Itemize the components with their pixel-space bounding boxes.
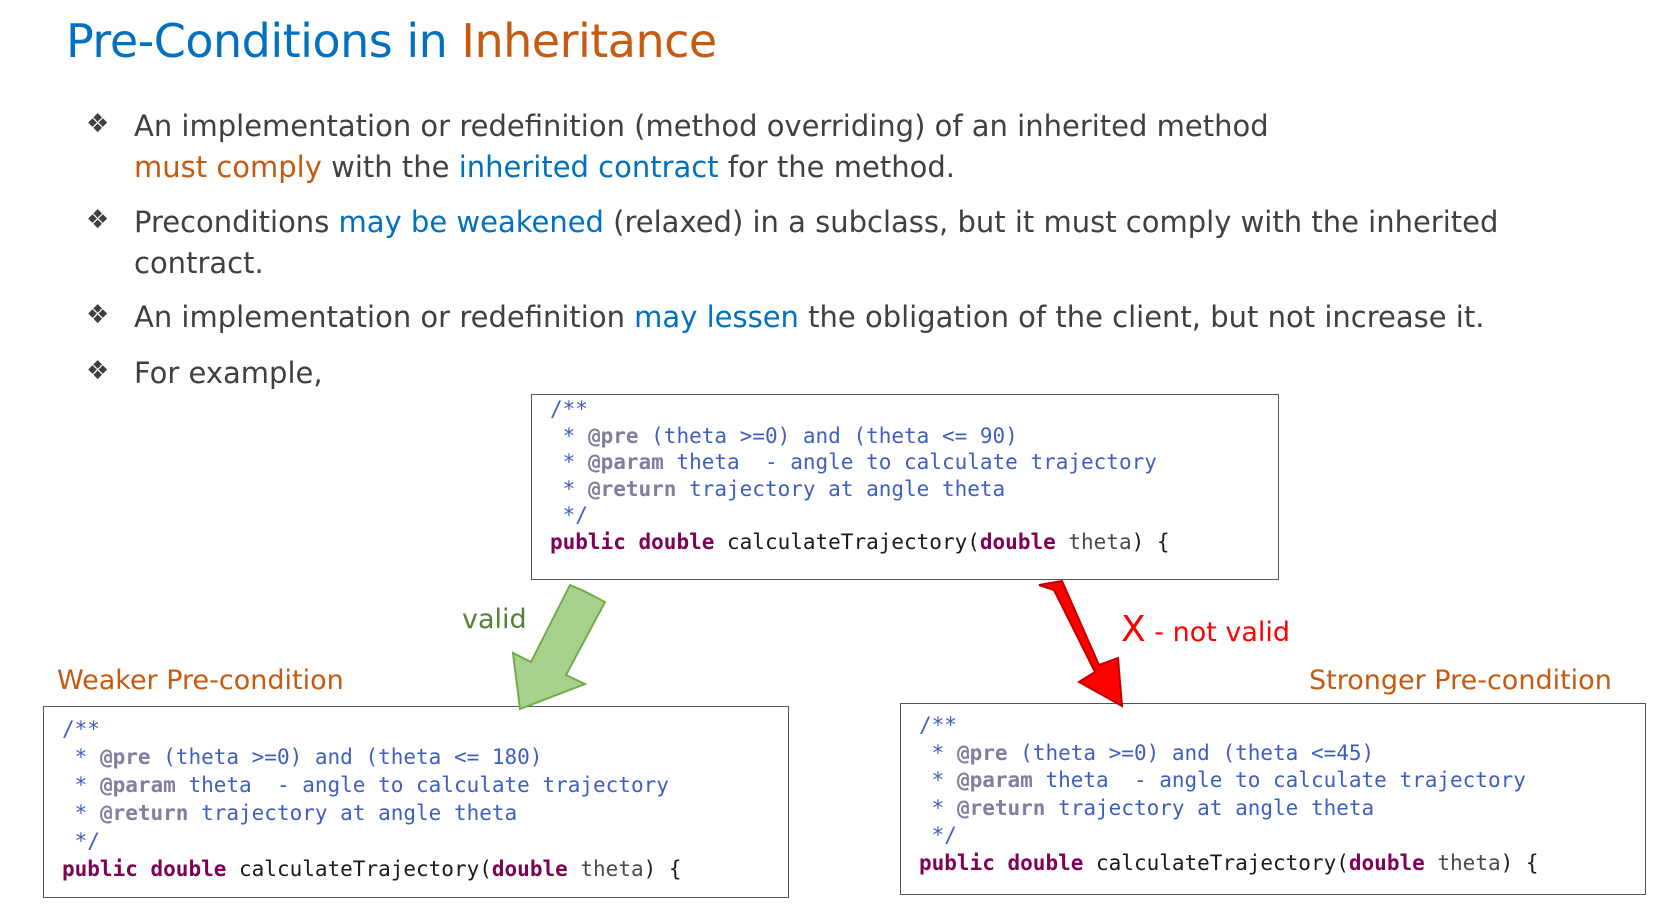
code-line: * @pre (theta >=0) and (theta <=45) <box>919 740 1375 765</box>
bullet-3: ❖ An implementation or redefinition may … <box>86 297 1626 338</box>
code-signature: public double calculateTrajectory(double… <box>62 857 682 881</box>
bullet-2-seg-1: Preconditions <box>134 205 339 239</box>
code-line: /** <box>550 397 588 421</box>
base-code-box: /** * @pre (theta >=0) and (theta <= 90)… <box>531 394 1279 580</box>
bullet-1-seg-3: with the <box>321 150 459 184</box>
bullet-diamond-icon: ❖ <box>86 300 110 330</box>
code-line: * @return trajectory at angle theta <box>919 795 1375 820</box>
code-line: */ <box>62 829 100 853</box>
bullet-1: ❖ An implementation or redefinition (met… <box>86 106 1626 188</box>
bullet-1-seg-1: An implementation or redefinition (metho… <box>134 109 1269 143</box>
code-line: * @param theta - angle to calculate traj… <box>62 773 669 797</box>
bullet-4: ❖ For example, <box>86 353 486 394</box>
bullet-3-text: An implementation or redefinition may le… <box>134 297 1626 338</box>
code-line: * @return trajectory at angle theta <box>550 476 1006 501</box>
bullet-2-text: Preconditions may be weakened (relaxed) … <box>134 202 1586 284</box>
bullet-2-seg-2: may be weakened <box>338 205 604 239</box>
bullet-1-seg-4: inherited contract <box>458 150 719 184</box>
not-valid-label: X - not valid <box>1121 609 1290 650</box>
title-part1: Pre-Conditions in <box>66 14 462 68</box>
bullet-4-seg-1: For example, <box>134 356 323 390</box>
not-valid-text: - not valid <box>1145 617 1291 648</box>
bullet-4-text: For example, <box>134 353 486 394</box>
code-line: /** <box>919 713 957 737</box>
bullet-3-seg-3: the obligation of the client, but not in… <box>798 300 1485 334</box>
stronger-precondition-label: Stronger Pre-condition <box>1309 665 1612 696</box>
valid-label: valid <box>462 604 527 635</box>
code-signature: public double calculateTrajectory(double… <box>550 529 1170 554</box>
bullet-3-seg-2: may lessen <box>634 300 799 334</box>
weaker-code-box: /** * @pre (theta >=0) and (theta <= 180… <box>43 706 789 898</box>
bullet-1-seg-2: must comply <box>134 150 322 184</box>
valid-arrow-icon <box>511 583 607 711</box>
code-line: /** <box>62 717 100 741</box>
bullet-3-seg-1: An implementation or redefinition <box>134 300 635 334</box>
stronger-code-box: /** * @pre (theta >=0) and (theta <=45) … <box>900 703 1646 895</box>
bullet-diamond-icon: ❖ <box>86 205 110 235</box>
bullet-diamond-icon: ❖ <box>86 356 110 386</box>
bullet-diamond-icon: ❖ <box>86 109 110 139</box>
code-line: */ <box>550 503 588 527</box>
title-part2: Inheritance <box>461 14 717 68</box>
weaker-precondition-label: Weaker Pre-condition <box>57 665 344 696</box>
slide-title: Pre-Conditions in Inheritance <box>66 14 717 68</box>
code-line: * @param theta - angle to calculate traj… <box>550 450 1157 474</box>
bullet-1-seg-5: for the method. <box>718 150 955 184</box>
bullet-1-text: An implementation or redefinition (metho… <box>134 106 1626 188</box>
code-line: * @return trajectory at angle theta <box>62 801 518 825</box>
not-valid-x: X <box>1121 609 1146 650</box>
invalid-arrow-icon <box>1038 579 1124 708</box>
code-signature: public double calculateTrajectory(double… <box>919 850 1539 875</box>
bullet-2: ❖ Preconditions may be weakened (relaxed… <box>86 202 1586 284</box>
code-line: */ <box>919 823 957 847</box>
code-line: * @pre (theta >=0) and (theta <= 180) <box>62 745 543 769</box>
code-line: * @param theta - angle to calculate traj… <box>919 768 1526 792</box>
code-line: * @pre (theta >=0) and (theta <= 90) <box>550 423 1018 448</box>
